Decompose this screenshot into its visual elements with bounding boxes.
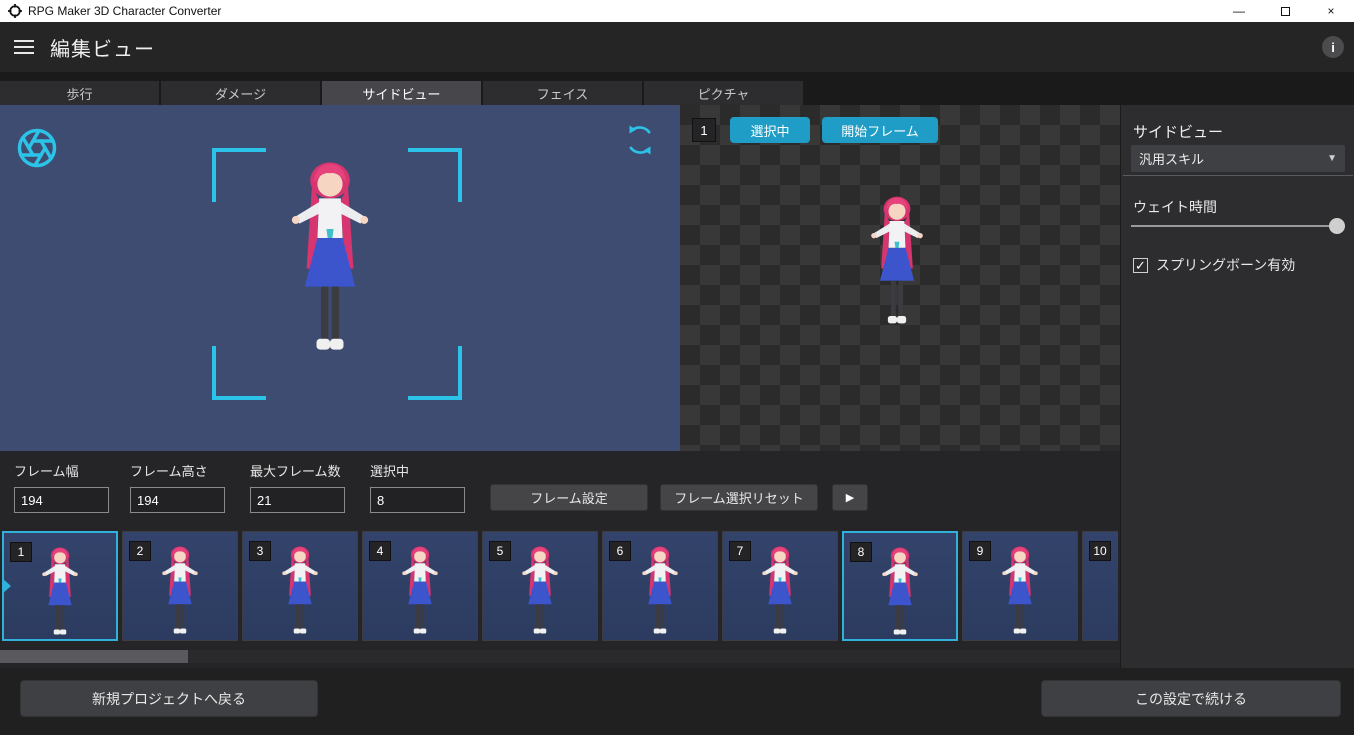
play-icon: ▶ bbox=[845, 492, 855, 504]
frame-height-input[interactable] bbox=[130, 487, 225, 513]
frame-number-badge: 8 bbox=[850, 542, 872, 562]
selected-count-label: 選択中 bbox=[370, 464, 410, 479]
frame-width-field: フレーム幅 bbox=[14, 461, 109, 513]
frame-thumbnail[interactable]: 3 bbox=[242, 531, 358, 641]
spring-bone-label: スプリングボーン有効 bbox=[1156, 257, 1296, 273]
character-sprite bbox=[873, 545, 927, 637]
frame-strip-scrollbar[interactable] bbox=[0, 650, 1120, 663]
frame-thumbnail[interactable]: 9 bbox=[962, 531, 1078, 641]
tab-sideview[interactable]: サイドビュー bbox=[322, 81, 481, 105]
crop-corner-top-left-icon bbox=[212, 148, 266, 202]
continue-with-settings-button[interactable]: この設定で続ける bbox=[1041, 680, 1341, 717]
character-sprite bbox=[33, 545, 87, 637]
character-sprite bbox=[633, 544, 687, 636]
spring-bone-checkbox[interactable]: ✓ bbox=[1133, 257, 1148, 273]
selected-count-input[interactable] bbox=[370, 487, 465, 513]
minimize-button[interactable]: — bbox=[1216, 0, 1262, 22]
scrollbar-thumb[interactable] bbox=[0, 650, 188, 663]
frame-thumbnail[interactable]: 7 bbox=[722, 531, 838, 641]
frame-settings-panel: フレーム幅 フレーム高さ 最大フレーム数 選択中 フレーム設定 フレーム選択リセ… bbox=[0, 451, 1120, 668]
frame-width-label: フレーム幅 bbox=[14, 464, 79, 479]
check-icon: ✓ bbox=[1135, 257, 1146, 273]
frame-number-badge: 7 bbox=[729, 541, 751, 561]
maximize-icon bbox=[1280, 6, 1290, 16]
tab-walk[interactable]: 歩行 bbox=[0, 81, 159, 105]
wait-time-slider-thumb[interactable] bbox=[1329, 218, 1345, 234]
side-settings-panel: サイドビュー 汎用スキル ▼ ウェイト時間 ✓ スプリングボーン有効 bbox=[1120, 105, 1354, 668]
frame-height-field: フレーム高さ bbox=[130, 461, 225, 513]
character-sprite bbox=[993, 544, 1047, 636]
tab-face[interactable]: フェイス bbox=[483, 81, 642, 105]
window-controls: — × bbox=[1216, 0, 1354, 22]
frame-number-badge: 5 bbox=[489, 541, 511, 561]
camera-aperture-icon[interactable] bbox=[16, 127, 58, 169]
character-preview-viewport[interactable] bbox=[0, 105, 680, 451]
max-frames-input[interactable] bbox=[250, 487, 345, 513]
skill-type-value: 汎用スキル bbox=[1139, 152, 1205, 167]
wait-time-label: ウェイト時間 bbox=[1133, 199, 1217, 215]
frame-number-badge: 3 bbox=[249, 541, 271, 561]
frame-thumbnail[interactable]: 4 bbox=[362, 531, 478, 641]
character-sprite bbox=[753, 544, 807, 636]
frame-preview-area: 1 選択中 開始フレーム bbox=[680, 105, 1120, 451]
frame-number-badge: 2 bbox=[129, 541, 151, 561]
character-sprite bbox=[153, 544, 207, 636]
character-model[interactable] bbox=[272, 157, 388, 355]
tab-damage[interactable]: ダメージ bbox=[161, 81, 320, 105]
rotate-view-icon[interactable] bbox=[624, 123, 656, 157]
menu-icon[interactable] bbox=[14, 40, 34, 54]
crop-corner-bottom-left-icon bbox=[212, 346, 266, 400]
frame-number-badge: 10 bbox=[1089, 541, 1111, 561]
crop-corner-top-right-icon bbox=[408, 148, 462, 202]
frame-width-input[interactable] bbox=[14, 487, 109, 513]
frame-thumbnail[interactable]: 1 bbox=[2, 531, 118, 641]
frame-height-label: フレーム高さ bbox=[130, 464, 208, 479]
tab-bar: 歩行 ダメージ サイドビュー フェイス ピクチャ bbox=[0, 72, 1354, 105]
close-button[interactable]: × bbox=[1308, 0, 1354, 22]
max-frames-field: 最大フレーム数 bbox=[250, 461, 345, 513]
wait-time-slider[interactable] bbox=[1131, 217, 1345, 235]
info-icon[interactable]: i bbox=[1322, 36, 1344, 58]
sideview-panel-title: サイドビュー bbox=[1133, 124, 1224, 141]
maximize-button[interactable] bbox=[1262, 0, 1308, 22]
frame-number-badge: 4 bbox=[369, 541, 391, 561]
tab-picture[interactable]: ピクチャ bbox=[644, 81, 803, 105]
frame-number-badge: 1 bbox=[10, 542, 32, 562]
titlebar: RPG Maker 3D Character Converter — × bbox=[0, 0, 1354, 22]
character-sprite bbox=[1113, 544, 1118, 636]
frame-thumbnail[interactable]: 6 bbox=[602, 531, 718, 641]
selected-state-button[interactable]: 選択中 bbox=[730, 117, 810, 143]
play-button[interactable]: ▶ bbox=[832, 484, 868, 511]
current-frame-badge: 1 bbox=[692, 118, 716, 142]
frame-number-badge: 9 bbox=[969, 541, 991, 561]
chevron-down-icon: ▼ bbox=[1327, 153, 1337, 164]
wait-time-slider-track[interactable] bbox=[1131, 225, 1345, 227]
frame-strip: 1 2 3 4 5 6 7 8 9 10 bbox=[2, 531, 1118, 642]
max-frames-label: 最大フレーム数 bbox=[250, 464, 341, 479]
window-title: RPG Maker 3D Character Converter bbox=[28, 4, 222, 18]
frame-thumbnail[interactable]: 2 bbox=[122, 531, 238, 641]
start-frame-button[interactable]: 開始フレーム bbox=[822, 117, 938, 143]
frame-thumbnail[interactable]: 8 bbox=[842, 531, 958, 641]
spring-bone-row: ✓ スプリングボーン有効 bbox=[1133, 255, 1295, 275]
frame-settings-button[interactable]: フレーム設定 bbox=[490, 484, 648, 511]
frame-sprite bbox=[858, 193, 936, 327]
selected-count-field: 選択中 bbox=[370, 461, 465, 513]
header: 編集ビュー i bbox=[0, 22, 1354, 72]
frame-number-badge: 6 bbox=[609, 541, 631, 561]
crop-corner-bottom-right-icon bbox=[408, 346, 462, 400]
character-sprite bbox=[393, 544, 447, 636]
skill-type-dropdown[interactable]: 汎用スキル ▼ bbox=[1131, 145, 1345, 172]
character-sprite bbox=[513, 544, 567, 636]
character-sprite bbox=[273, 544, 327, 636]
app-logo-icon bbox=[8, 4, 22, 18]
frame-thumbnail[interactable]: 10 bbox=[1082, 531, 1118, 641]
frame-selection-reset-button[interactable]: フレーム選択リセット bbox=[660, 484, 818, 511]
back-to-new-project-button[interactable]: 新規プロジェクトへ戻る bbox=[20, 680, 318, 717]
frame-thumbnail[interactable]: 5 bbox=[482, 531, 598, 641]
page-title: 編集ビュー bbox=[50, 38, 155, 61]
divider bbox=[1123, 175, 1353, 176]
footer-bar: 新規プロジェクトへ戻る この設定で続ける bbox=[0, 668, 1354, 735]
